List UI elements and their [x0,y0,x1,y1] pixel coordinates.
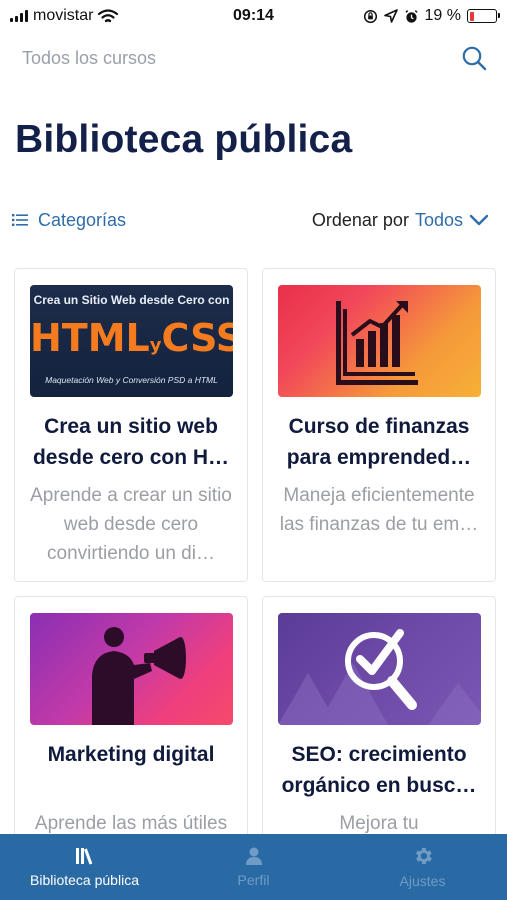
categories-label: Categorías [38,209,127,230]
thumbnail-main-text-a: HTML [30,316,150,360]
battery-percent: 19 % [424,7,461,24]
tab-library[interactable]: Biblioteca pública [0,834,169,900]
megaphone-person-icon [92,627,186,725]
alarm-icon [404,9,418,23]
filter-row: Categorías Ordenar por Todos [12,206,489,234]
course-title: Curso de finanzas para emprended… [286,415,472,469]
thumbnail-main-text-y: y [149,335,162,356]
course-title: Crea un sitio web desde cero con H… [32,415,230,469]
tab-bar: Biblioteca pública Perfil Ajustes [0,834,507,900]
course-card[interactable]: Curso de finanzas para emprended… Maneja… [262,268,496,582]
tab-profile[interactable]: Perfil [169,834,338,900]
bar-chart-growth-icon [336,301,418,385]
course-title: Marketing digital [47,743,215,766]
search-input[interactable]: Todos los cursos [22,48,459,69]
location-icon [383,9,398,23]
sort-value: Todos [414,209,463,230]
status-bar: movistar 09:14 19 % [0,0,507,32]
library-icon [75,848,92,865]
course-card[interactable]: Crea un Sitio Web desde Cero con HTMLyCS… [14,268,248,582]
battery-icon [467,9,500,23]
search-bar[interactable]: Todos los cursos [22,40,489,76]
rotation-lock-icon [363,9,377,23]
thumbnail-main-text-b: CSS [161,316,234,360]
tab-label: Biblioteca pública [30,872,139,888]
chevron-down-icon [469,214,489,226]
list-icon [12,214,28,226]
wifi-icon [98,8,119,22]
sort-dropdown[interactable]: Ordenar por Todos [312,210,489,231]
tab-settings[interactable]: Ajustes [338,834,507,900]
thumbnail-bottom-text: Maquetación Web y Conversión PSD a HTML [45,375,218,385]
person-icon [245,847,262,865]
course-thumbnail: Crea un Sitio Web desde Cero con HTMLyCS… [30,285,233,397]
sort-label: Ordenar por [311,209,409,230]
course-grid: Crea un Sitio Web desde Cero con HTMLyCS… [14,268,496,900]
course-title: SEO: crecimiento orgánico en busc… [281,743,477,797]
status-right: 19 % [363,7,500,25]
course-thumbnail [278,285,481,397]
battery-level-fill [469,11,475,21]
carrier-name: movistar [33,7,94,24]
signal-icon [10,10,28,22]
thumbnail-top-text: Crea un Sitio Web desde Cero con [33,293,230,307]
categories-button[interactable]: Categorías [12,210,126,231]
status-left: movistar [10,7,363,25]
gear-icon [415,847,432,865]
thumbnail-main-text: HTMLyCSS [30,319,233,365]
search-icon [462,46,487,71]
course-thumbnail [278,613,481,725]
course-thumbnail [30,613,233,725]
tab-label: Ajustes [399,873,446,889]
search-button[interactable] [459,43,489,73]
course-description: Aprende a crear un sitio web desde cero … [30,485,232,564]
page-title: Biblioteca pública [15,118,353,161]
tab-label: Perfil [237,872,270,888]
magnifier-check-icon [278,629,481,725]
course-description: Maneja eficientemente las finanzas de tu… [279,485,479,535]
